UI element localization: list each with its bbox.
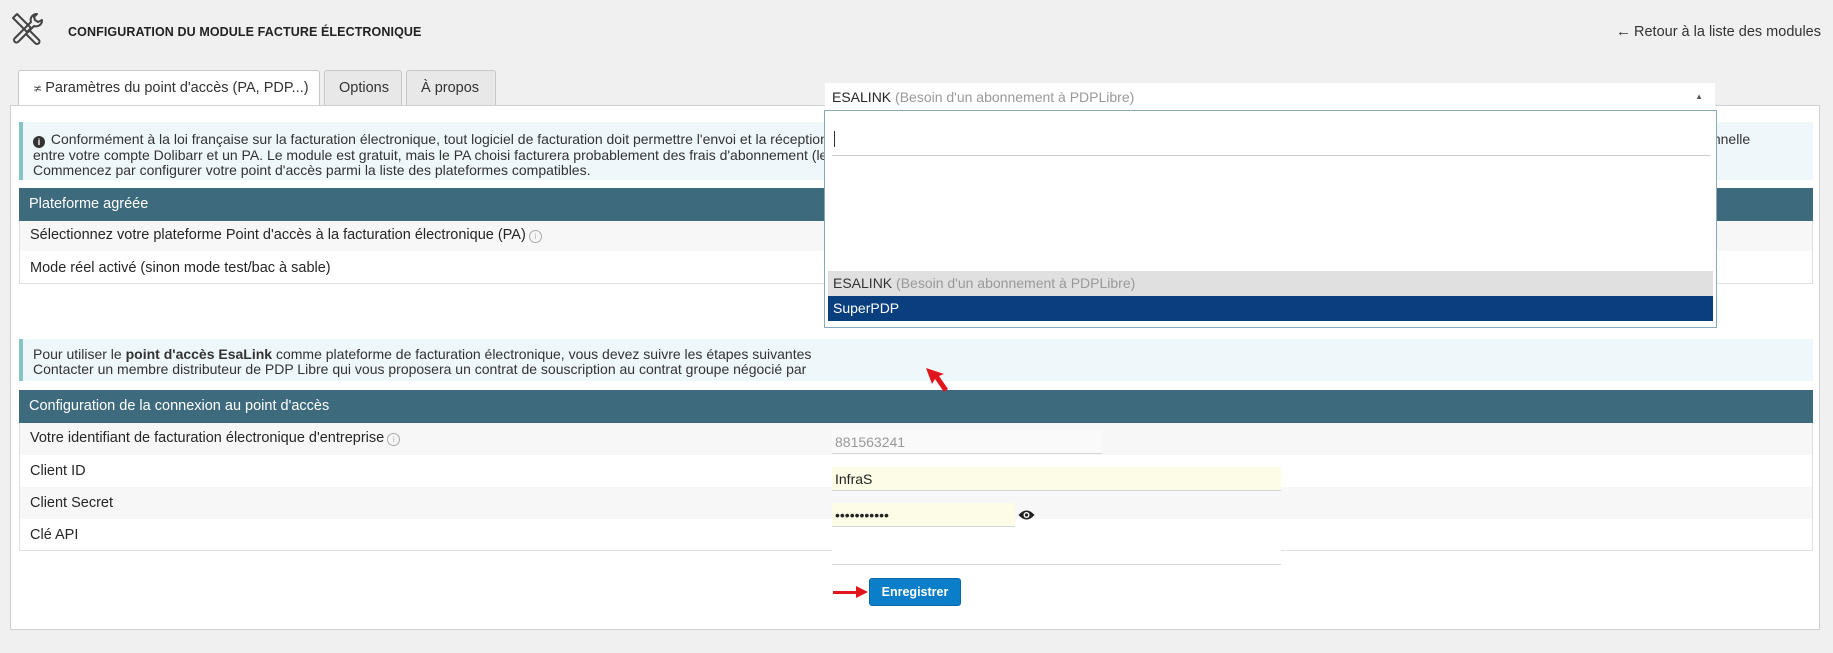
field-label: Mode réel activé (sinon mode test/bac à … xyxy=(30,260,331,276)
select-hint: (Besoin d'un abonnement à PDPLibre) xyxy=(895,89,1135,105)
tab-about[interactable]: À propos xyxy=(406,70,496,105)
dropdown-option-esalink[interactable]: ESALINK (Besoin d'un abonnement à PDPLib… xyxy=(828,271,1713,296)
section-header-connection: Configuration de la connexion au point d… xyxy=(19,390,1813,423)
client-id-input[interactable] xyxy=(832,467,1281,491)
eye-icon[interactable] xyxy=(1018,509,1035,521)
platform-select[interactable]: ESALINK (Besoin d'un abonnement à PDPLib… xyxy=(825,83,1715,111)
tab-access-point-settings[interactable]: ≭ Paramètres du point d'accès (PA, PDP...… xyxy=(18,70,320,107)
tab-settings-icon: ≭ xyxy=(33,83,43,95)
tab-options[interactable]: Options xyxy=(324,70,402,105)
field-label: Clé API xyxy=(30,527,79,543)
info-line: Contacter un membre distributeur de PDP … xyxy=(33,360,807,377)
caret-up-icon: ▲ xyxy=(1695,92,1703,101)
help-icon[interactable]: i xyxy=(528,230,542,243)
back-link-label: Retour à la liste des modules xyxy=(1634,24,1821,40)
select-value: ESALINK xyxy=(832,89,892,105)
tools-icon xyxy=(12,13,43,45)
field-label: Votre identifiant de facturation électro… xyxy=(30,430,385,446)
company-id-input[interactable] xyxy=(832,430,1102,454)
info-text: Pour utiliser le xyxy=(33,346,126,362)
field-label: Client ID xyxy=(30,463,86,479)
api-key-input[interactable] xyxy=(832,541,1281,565)
tab-label: Options xyxy=(339,80,389,96)
annotation-arrow-right-icon xyxy=(833,586,868,598)
field-label: Sélectionnez votre plateforme Point d'ac… xyxy=(30,227,526,243)
tab-label: À propos xyxy=(421,80,480,96)
option-label: ESALINK xyxy=(833,275,893,291)
option-hint: (Besoin d'un abonnement à PDPLibre) xyxy=(896,275,1136,291)
field-label: Client Secret xyxy=(30,495,114,511)
info-text: comme plateforme de facturation électron… xyxy=(272,346,812,362)
info-message-esalink: Pour utiliser le point d'accès EsaLink c… xyxy=(19,339,1813,381)
help-icon[interactable]: i xyxy=(387,433,401,446)
dropdown-search-input[interactable] xyxy=(832,127,1710,156)
option-label: SuperPDP xyxy=(833,300,900,316)
arrow-left-icon: ← xyxy=(1616,23,1631,40)
back-to-modules-link[interactable]: ← Retour à la liste des modules xyxy=(1616,23,1821,40)
platform-dropdown: ESALINK (Besoin d'un abonnement à PDPLib… xyxy=(824,110,1717,328)
save-button[interactable]: Enregistrer xyxy=(869,578,961,606)
annotation-arrow-icon xyxy=(926,368,948,392)
tab-label: Paramètres du point d'accès (PA, PDP...) xyxy=(45,80,309,96)
text-cursor xyxy=(834,131,835,147)
client-secret-input[interactable] xyxy=(832,503,1015,527)
page-title: CONFIGURATION DU MODULE FACTURE ÉLECTRON… xyxy=(68,25,422,39)
info-bold-text: point d'accès EsaLink xyxy=(125,346,273,362)
dropdown-option-superpdp[interactable]: SuperPDP xyxy=(828,296,1713,321)
